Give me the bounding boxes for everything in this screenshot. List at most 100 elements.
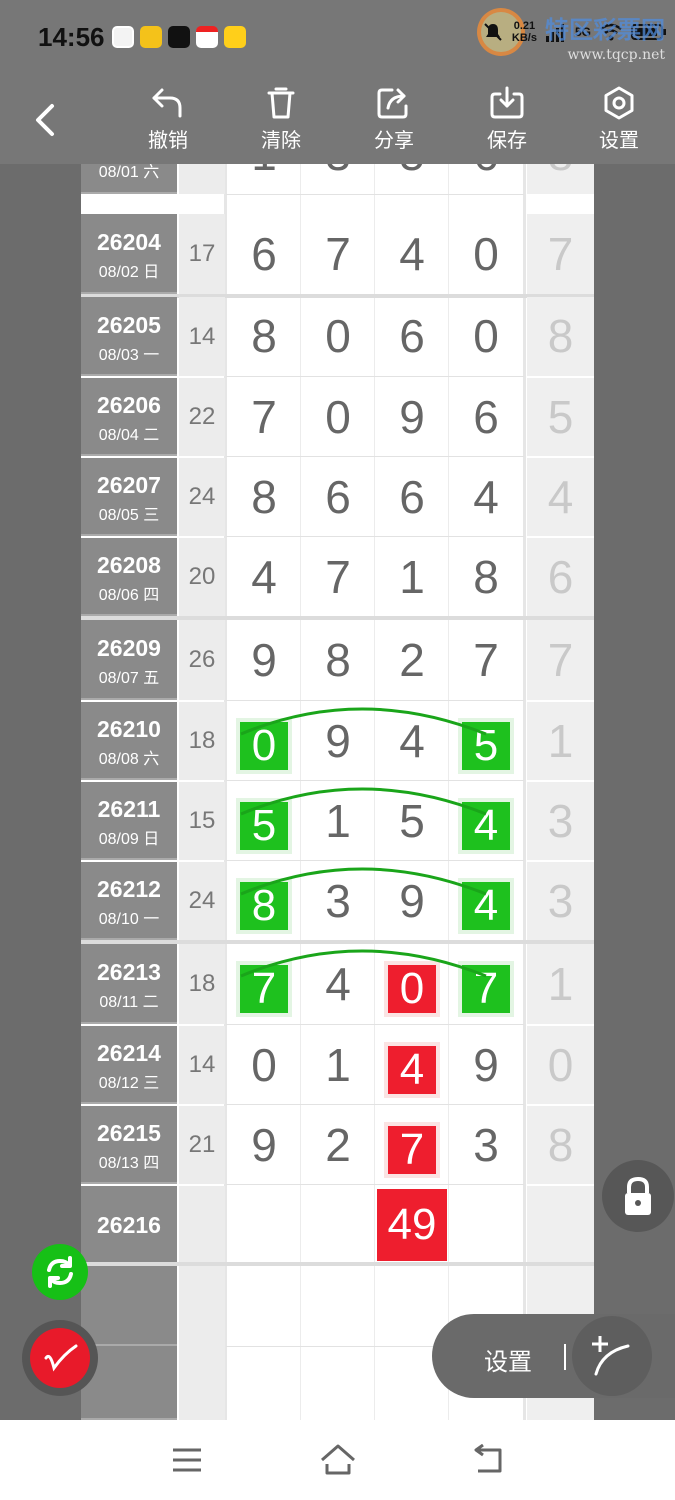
digit-cell[interactable]: 4 — [449, 862, 523, 940]
digit-cell[interactable]: 5 — [227, 782, 301, 860]
digit-cell[interactable] — [449, 1186, 523, 1264]
digit: 8 — [251, 310, 277, 362]
draw-mode-button-inner[interactable] — [30, 1328, 90, 1388]
settings-button[interactable]: 设置 — [584, 86, 654, 153]
digit-cell[interactable]: 6 — [375, 297, 449, 376]
issue-number: 26216 — [97, 1212, 161, 1238]
digit-cell[interactable]: 3 — [301, 862, 375, 940]
digit: 3 — [325, 164, 351, 180]
digit-cell[interactable]: 4 — [375, 1026, 449, 1104]
undo-button[interactable]: 撤销 — [133, 86, 203, 153]
digit-cell[interactable]: 0 — [227, 1026, 301, 1104]
share-button[interactable]: 分享 — [359, 86, 429, 153]
last-digit-cell: 7 — [527, 214, 594, 294]
digit-cell[interactable]: 9 — [301, 702, 375, 780]
table-row: 26212 08/10 一 24 8 3 9 4 3 — [81, 862, 594, 940]
lock-button[interactable] — [602, 1160, 674, 1232]
home-icon[interactable] — [318, 1442, 358, 1476]
digit-cell[interactable]: 8 — [449, 538, 523, 616]
digit-cell[interactable]: 9 — [375, 862, 449, 940]
save-button[interactable]: 保存 — [472, 86, 542, 153]
digit-cell[interactable]: 9 — [227, 1106, 301, 1184]
digit-cell[interactable]: 7 — [227, 378, 301, 456]
digit-cell[interactable]: 4 — [449, 782, 523, 860]
digit-cell[interactable]: 0 — [449, 214, 523, 294]
digit-cell[interactable]: 0 — [227, 702, 301, 780]
digit-cell[interactable]: 1 — [227, 164, 301, 194]
pen-tool-button[interactable] — [572, 1316, 652, 1396]
digit-cell[interactable]: 3 — [449, 1106, 523, 1184]
digit-cell[interactable]: 5 — [375, 164, 449, 194]
lottery-trend-table: 2620308/01 六15135682620408/02 日176740726… — [81, 164, 594, 1420]
gear-icon — [604, 86, 634, 120]
digit-cell[interactable]: 0 — [301, 297, 375, 376]
row-divider — [81, 1262, 594, 1266]
digit-cell[interactable]: 5 — [375, 782, 449, 860]
digit-cell[interactable]: 6 — [227, 214, 301, 294]
digit-cell[interactable]: 3 — [301, 164, 375, 194]
digit-cell[interactable]: 7 — [375, 1106, 449, 1184]
digit-cell[interactable]: 7 — [227, 944, 301, 1024]
digit-cell[interactable]: 0 — [301, 378, 375, 456]
digit-cell[interactable]: 1 — [375, 538, 449, 616]
refresh-button[interactable] — [32, 1244, 88, 1300]
back-nav-icon[interactable] — [470, 1444, 506, 1476]
issue-date: 08/02 日 — [98, 264, 160, 281]
digit: 1 — [325, 795, 351, 847]
digit-cell[interactable]: 5 — [449, 702, 523, 780]
back-button[interactable] — [26, 98, 66, 142]
digit-cell[interactable]: 9 — [449, 1026, 523, 1104]
digit: 9 — [473, 1039, 499, 1091]
digit-cell[interactable]: 6 — [375, 458, 449, 536]
issue-cell: 26204 08/02 日 — [81, 214, 177, 294]
clear-button[interactable]: 清除 — [246, 86, 316, 153]
digit-cell[interactable]: 7 — [301, 538, 375, 616]
digit: 3 — [325, 875, 351, 927]
sun-app-icon — [140, 26, 162, 48]
draw-mode-button[interactable] — [22, 1320, 98, 1396]
digit: 7 — [251, 391, 277, 443]
sum-cell: 18 — [179, 702, 225, 780]
digit-cell[interactable]: 9 — [375, 378, 449, 456]
digit-cell[interactable]: 9 — [227, 620, 301, 700]
digit-cell[interactable]: 6 — [301, 458, 375, 536]
last-digit-cell: 4 — [527, 458, 594, 536]
digit-cell[interactable]: 49 — [375, 1186, 449, 1264]
digit-cell[interactable]: 8 — [227, 458, 301, 536]
digit-cell[interactable]: 6 — [449, 378, 523, 456]
pen-plus-icon — [592, 1336, 630, 1376]
settings-pill-separator — [564, 1344, 566, 1370]
digit-cell[interactable]: 2 — [301, 1106, 375, 1184]
digit-cell[interactable]: 2 — [375, 620, 449, 700]
issue-date: 08/11 二 — [99, 994, 159, 1011]
digit-cell[interactable]: 4 — [375, 214, 449, 294]
menu-icon[interactable] — [170, 1446, 204, 1474]
digit-cell[interactable]: 6 — [449, 164, 523, 194]
digit-cell[interactable]: 4 — [449, 458, 523, 536]
digit-cell[interactable]: 4 — [301, 944, 375, 1024]
sum-cell: 17 — [179, 214, 225, 294]
digit-cell[interactable]: 4 — [375, 702, 449, 780]
undo-label: 撤销 — [148, 130, 188, 152]
digit-cell[interactable] — [227, 1186, 301, 1264]
net-speed: 0.21 KB/s — [511, 20, 537, 44]
digit-cell[interactable]: 0 — [449, 297, 523, 376]
digit: 9 — [251, 634, 277, 686]
digit-cell[interactable]: 7 — [301, 214, 375, 294]
digit-cell[interactable]: 8 — [227, 297, 301, 376]
digit-cell[interactable]: 1 — [301, 782, 375, 860]
top-toolbar: 撤销 清除 分享 保存 设置 — [0, 72, 675, 164]
digit: 9 — [399, 875, 425, 927]
digit-cell[interactable]: 1 — [301, 1026, 375, 1104]
digit-cell[interactable] — [301, 1186, 375, 1264]
watermark-title: 特区彩票网 — [545, 16, 665, 44]
digit-cell[interactable]: 4 — [227, 538, 301, 616]
sum-cell: 20 — [179, 538, 225, 616]
digit-cell[interactable]: 7 — [449, 620, 523, 700]
digit-cell[interactable]: 0 — [375, 944, 449, 1024]
digit-cell[interactable]: 7 — [449, 944, 523, 1024]
digit-cell[interactable]: 8 — [301, 620, 375, 700]
issue-date: 08/03 一 — [98, 346, 160, 364]
digit-cell[interactable]: 8 — [227, 862, 301, 940]
highlighted-digit: 5 — [240, 802, 288, 850]
